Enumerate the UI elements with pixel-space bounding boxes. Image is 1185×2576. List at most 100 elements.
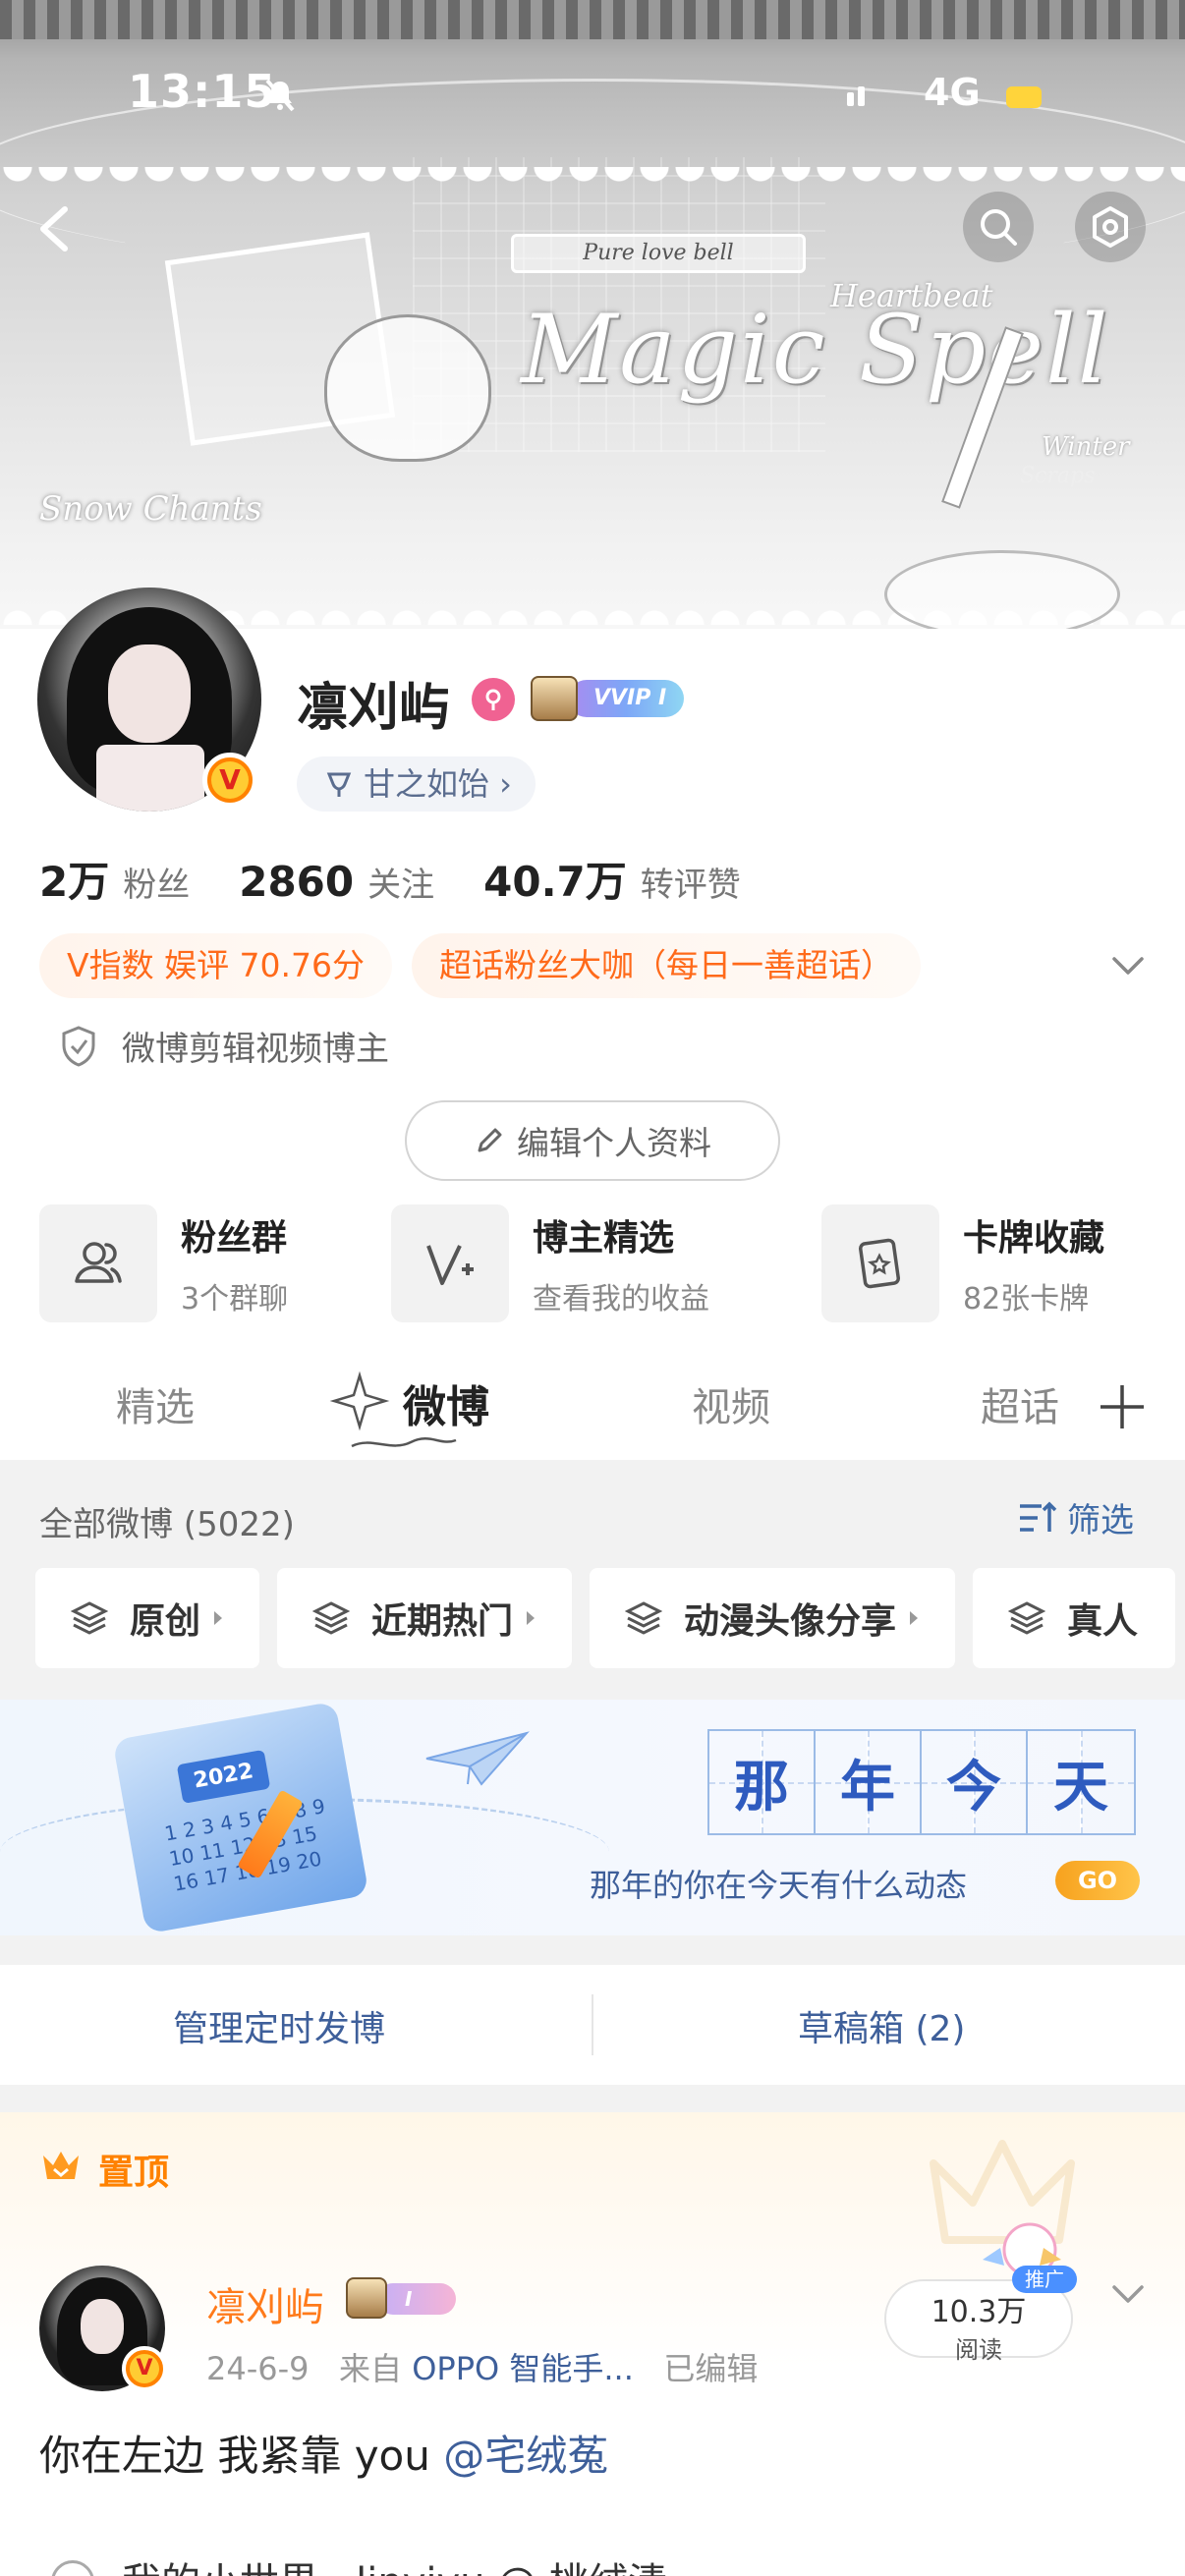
chip-original[interactable]: 原创 (35, 1568, 260, 1668)
chip-label: 动漫头像分享 (684, 1601, 897, 1642)
caret-right-icon (527, 1611, 536, 1625)
add-tab-plus-icon[interactable] (1097, 1381, 1148, 1432)
read-count: 10.3万 (931, 2295, 1027, 2329)
chip-label: 近期热门 (371, 1601, 514, 1642)
category-chips: 原创 近期热门 动漫头像分享 真人 (35, 1568, 1176, 1668)
engagement-label: 转评赞 (640, 866, 741, 905)
search-icon (981, 209, 1017, 246)
tab-weibo[interactable]: 微博 (403, 1372, 489, 1434)
filter-sort-icon (1020, 1501, 1057, 1532)
chip-real-person[interactable]: 真人 (973, 1568, 1176, 1668)
card-collection-entry[interactable]: 卡牌收藏 82张卡牌 (821, 1204, 1104, 1322)
post-source-prefix: 来自 (339, 2350, 403, 2387)
post-date: 24-6-9 (206, 2350, 310, 2387)
filter-button[interactable]: 筛选 (1018, 1493, 1134, 1541)
chip-anime-avatar[interactable]: 动漫头像分享 (590, 1568, 956, 1668)
post-body: 你在左边 我紧靠 you @宅绒菟 (39, 2423, 608, 2483)
battery-icon (1006, 86, 1042, 108)
edit-profile-button[interactable]: 编辑个人资料 (405, 1100, 780, 1181)
trophy-icon (326, 772, 352, 797)
promote-badge[interactable]: 推广 (1012, 2266, 1077, 2293)
filter-label: 筛选 (1067, 1501, 1134, 1540)
chip-label: 真人 (1067, 1601, 1139, 1642)
on-this-day-title: 那 年 今 天 (707, 1729, 1136, 1835)
search-button[interactable] (963, 192, 1034, 262)
gear-icon (1093, 206, 1128, 248)
profile-name: 凛刈屿 (297, 679, 451, 738)
go-button[interactable]: GO (1055, 1861, 1140, 1900)
on-this-day-banner[interactable]: 2022 1 2 3 4 5 6 7 8 9 10 11 12 13 15 16… (0, 1700, 1185, 1935)
followers-count[interactable]: 2万 (39, 849, 109, 909)
section-gap (0, 2085, 1185, 2112)
banner-scraps-text: Scraps (1020, 464, 1096, 488)
member-box-icon (531, 676, 578, 721)
next-post-text: 我的小世界 · linyiyu @ 桃绒渍 (122, 2550, 667, 2576)
feature-sub: 82张卡牌 (963, 1282, 1090, 1316)
post-source-link[interactable]: OPPO 智能手... (412, 2350, 634, 2387)
settings-button[interactable] (1075, 192, 1146, 262)
mute-bell-icon (265, 79, 295, 112)
title-char: 那 (734, 1754, 789, 1820)
profile-tabs: 精选 微博 视频 超话 (0, 1346, 1185, 1460)
engagement-count: 40.7万 (483, 858, 627, 906)
banner-snow-text: Snow Chants (39, 489, 262, 529)
post-author-name[interactable]: 凛刈屿 (206, 2275, 324, 2332)
tab-videos[interactable]: 视频 (692, 1375, 770, 1432)
banner-title-text: Magic Spell (521, 295, 1110, 405)
title-char: 天 (1053, 1754, 1108, 1820)
crown-icon (43, 2152, 79, 2179)
back-arrow-icon[interactable] (29, 201, 85, 256)
drafts-button[interactable]: 草稿箱 (2) (798, 2000, 965, 2051)
tab-featured[interactable]: 精选 (116, 1375, 195, 1432)
gender-female-icon (472, 678, 515, 721)
feature-sub: 查看我的收益 (533, 1282, 709, 1316)
banner-winter-text: Winter (1042, 432, 1130, 462)
fans-group-entry[interactable]: 粉丝群 3个群聊 (39, 1204, 288, 1322)
title-char: 今 (946, 1754, 1001, 1820)
verified-text: 微博剪辑视频博主 (122, 1030, 389, 1069)
v-index-tag[interactable]: V指数 娱评 70.76分 (39, 933, 393, 998)
banner-pattern-top (0, 0, 1185, 39)
supertopic-fan-tag[interactable]: 超话粉丝大咖（每日一善超话） (412, 933, 922, 998)
chevron-down-icon[interactable] (1108, 2279, 1148, 2309)
following-count[interactable]: 2860 (239, 858, 354, 906)
member-badge-label: I (377, 2283, 456, 2315)
layers-icon (312, 1601, 351, 1635)
chip-label: 原创 (130, 1601, 201, 1642)
calendar-year: 2022 (176, 1749, 271, 1804)
mention-link[interactable]: @宅绒菟 (443, 2432, 608, 2480)
verified-info: 微博剪辑视频博主 (59, 1022, 389, 1070)
vvip-badge[interactable]: VVIP I (531, 676, 684, 721)
title-char: 年 (840, 1754, 895, 1820)
layers-icon (1008, 1601, 1046, 1635)
layers-icon (71, 1601, 108, 1635)
paper-plane-icon (425, 1731, 530, 1786)
fan-title-chip[interactable]: 甘之如饴 › (297, 756, 536, 812)
member-box-icon (346, 2277, 387, 2319)
scheduled-posts-button[interactable]: 管理定时发博 (173, 2000, 385, 2051)
divider (592, 1994, 593, 2055)
tab-supertopic[interactable]: 超话 (981, 1375, 1059, 1432)
edit-profile-label: 编辑个人资料 (517, 1124, 711, 1162)
shield-check-icon (62, 1025, 95, 1067)
on-this-day-subtitle: 那年的你在今天有什么动态 (590, 1867, 968, 1904)
location-circle-icon (51, 2560, 94, 2576)
blogger-pick-entry[interactable]: 博主精选 查看我的收益 (391, 1204, 709, 1322)
fan-title-text: 甘之如饴 › (364, 765, 512, 803)
post-filter-section: 全部微博 (5022) 筛选 原创 近期热门 动漫头像分享 真人 (0, 1460, 1185, 1700)
post-actions-bar: 管理定时发博 草稿箱 (2) (0, 1965, 1185, 2085)
network-type: 4G (924, 71, 981, 114)
following-label[interactable]: 关注 (367, 858, 434, 906)
pencil-icon (478, 1128, 502, 1152)
verified-v-badge: V (122, 2346, 167, 2391)
signal-icon (847, 86, 865, 106)
chip-recent-hot[interactable]: 近期热门 (277, 1568, 573, 1668)
verified-v-badge: V (202, 753, 257, 808)
chevron-down-icon[interactable] (1108, 951, 1148, 980)
vvip-label: VVIP I (568, 680, 684, 717)
member-badge[interactable]: I (346, 2277, 462, 2319)
profile-stats: 2万 粉丝 2860 关注 40.7万 转评赞 (39, 849, 790, 909)
caret-right-icon (910, 1611, 919, 1625)
followers-label[interactable]: 粉丝 (123, 858, 190, 906)
post-text: 你在左边 我紧靠 you (39, 2432, 444, 2480)
